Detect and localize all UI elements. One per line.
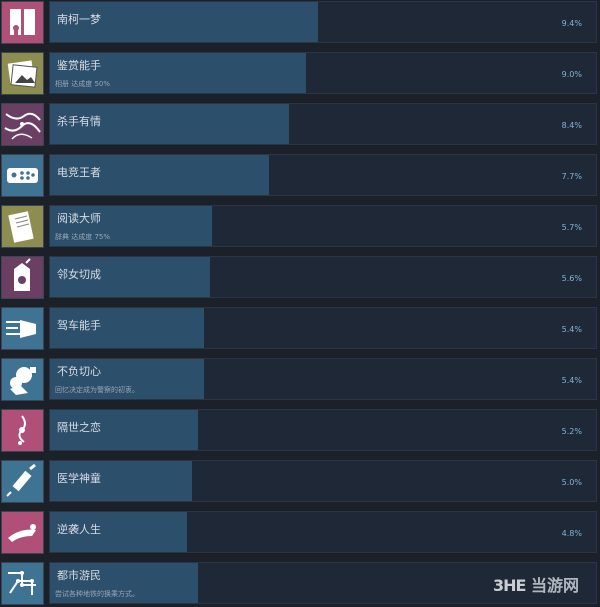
achievement-row: 隔世之恋 5.2% — [0, 408, 600, 454]
speed-icon — [1, 307, 44, 350]
achievement-title: 隔世之恋 — [57, 421, 101, 434]
achievement-subtitle: 辞典 达成度 75% — [55, 233, 111, 241]
achievement-row: 驾车能手 5.4% — [0, 306, 600, 352]
watermark-text: 当游网 — [531, 576, 580, 595]
unlock-percent: 5.7% — [561, 223, 582, 232]
watermark-mark: 3HE — [493, 576, 526, 595]
metro-map-icon — [1, 562, 44, 605]
progress-bar: 驾车能手 5.4% — [49, 307, 597, 349]
unlock-percent: 5.4% — [561, 376, 582, 385]
swirl-icon — [1, 409, 44, 452]
unlock-percent: 5.6% — [561, 274, 582, 283]
unlock-percent: 5.4% — [561, 325, 582, 334]
thorns-icon — [1, 103, 44, 146]
progress-bar: 不负切心回忆决定成为警察的初衷。 5.4% — [49, 358, 597, 400]
progress-bar: 电竞王者 7.7% — [49, 154, 597, 196]
flying-hero-icon — [1, 511, 44, 554]
achievement-title: 阅读大师 — [57, 212, 101, 225]
achievement-title: 都市游民 — [57, 569, 101, 582]
achievement-row: 逆袭人生 4.8% — [0, 510, 600, 556]
achievement-subtitle: 相册 达成度 50% — [55, 80, 111, 88]
unlock-percent: 4.8% — [561, 529, 582, 538]
syringe-icon — [1, 460, 44, 503]
achievement-row: 电竞王者 7.7% — [0, 153, 600, 199]
door-icon — [1, 1, 44, 44]
unlock-percent: 7.7% — [561, 172, 582, 181]
photo-icon — [1, 52, 44, 95]
achievement-row: 不负切心回忆决定成为警察的初衷。 5.4% — [0, 357, 600, 403]
book-icon — [1, 205, 44, 248]
achievement-title: 不负切心 — [57, 365, 101, 378]
unlock-percent: 9.4% — [561, 19, 582, 28]
explosion-icon — [1, 358, 44, 401]
achievement-title: 鉴赏能手 — [57, 59, 101, 72]
achievement-title: 杀手有情 — [57, 115, 101, 128]
achievement-row: 南柯一梦 9.4% — [0, 0, 600, 46]
achievement-subtitle: 回忆决定成为警察的初衷。 — [55, 386, 139, 394]
unlock-percent: 5.2% — [561, 427, 582, 436]
unlock-percent: 5.0% — [561, 478, 582, 487]
gamepad-icon — [1, 154, 44, 197]
progress-bar: 杀手有情 8.4% — [49, 103, 597, 145]
achievement-subtitle: 尝试各种地铁的换乘方式。 — [55, 590, 139, 598]
achievement-row: 医学神童 5.0% — [0, 459, 600, 505]
progress-bar: 医学神童 5.0% — [49, 460, 597, 502]
progress-bar: 南柯一梦 9.4% — [49, 1, 597, 43]
achievement-title: 南柯一梦 — [57, 13, 101, 26]
achievement-row: 杀手有情 8.4% — [0, 102, 600, 148]
achievement-title: 医学神童 — [57, 472, 101, 485]
progress-bar: 逆袭人生 4.8% — [49, 511, 597, 553]
progress-bar: 隔世之恋 5.2% — [49, 409, 597, 451]
achievement-title: 邻女切成 — [57, 268, 101, 281]
achievement-row: 阅读大师辞典 达成度 75% 5.7% — [0, 204, 600, 250]
progress-bar: 邻女切成 5.6% — [49, 256, 597, 298]
achievement-row: 鉴赏能手相册 达成度 50% 9.0% — [0, 51, 600, 97]
unlock-percent: 9.0% — [561, 70, 582, 79]
watermark-logo: 3HE 当游网 — [493, 572, 593, 598]
achievement-row: 邻女切成 5.6% — [0, 255, 600, 301]
milk-carton-icon — [1, 256, 44, 299]
progress-bar: 鉴赏能手相册 达成度 50% 9.0% — [49, 52, 597, 94]
achievement-title: 逆袭人生 — [57, 523, 101, 536]
achievement-title: 驾车能手 — [57, 319, 101, 332]
progress-bar: 阅读大师辞典 达成度 75% 5.7% — [49, 205, 597, 247]
unlock-percent: 8.4% — [561, 121, 582, 130]
achievement-title: 电竞王者 — [57, 166, 101, 179]
